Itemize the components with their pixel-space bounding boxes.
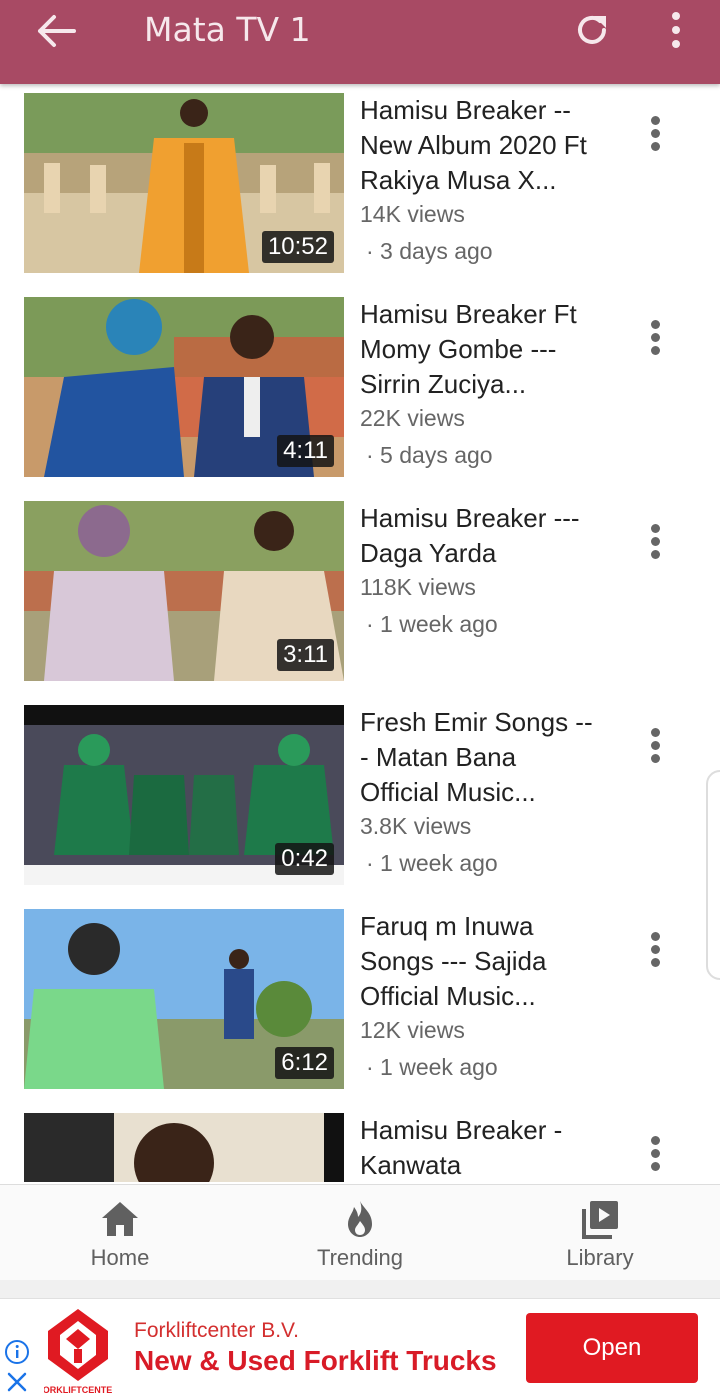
bottom-navigation: Home Trending Library [0,1184,720,1280]
duration-badge: 3:11 [277,639,334,671]
video-thumbnail[interactable]: 4:11 [24,297,344,477]
upload-time: · 1 week ago [366,611,498,637]
video-library-icon [582,1201,618,1239]
more-vert-icon[interactable] [645,524,667,560]
page-title: Mata TV 1 [144,10,311,49]
video-item[interactable]: 3:11 Hamisu Breaker --- Daga Yarda 118K … [0,501,720,705]
video-item[interactable]: Hamisu Breaker - Kanwata [0,1113,720,1182]
video-thumbnail[interactable]: 10:52 [24,93,344,273]
video-thumbnail[interactable]: 6:12 [24,909,344,1089]
video-title[interactable]: Hamisu Breaker --- Daga Yarda [360,501,600,571]
nav-trending-label: Trending [316,1245,403,1270]
duration-badge: 0:42 [275,843,334,875]
more-vert-icon[interactable] [645,932,667,968]
duration-badge: 6:12 [275,1047,334,1079]
video-item[interactable]: 6:12 Faruq m Inuwa Songs --- Sajida Offi… [0,909,720,1113]
view-count: 14K views [360,201,465,227]
view-count: 3.8K views [360,813,472,839]
video-title[interactable]: Hamisu Breaker - Kanwata [360,1113,600,1182]
view-count: 12K views [360,1017,465,1043]
nav-home[interactable]: Home [50,1185,190,1281]
ad-open-button[interactable]: Open [526,1313,698,1383]
arrow-back-icon[interactable] [36,12,78,50]
more-vert-icon[interactable] [645,1136,667,1172]
video-title[interactable]: Hamisu Breaker Ft Momy Gombe --- Sirrin … [360,297,600,402]
video-item[interactable]: 0:42 Fresh Emir Songs --- Matan Bana Off… [0,705,720,909]
forkliftcenter-logo: FORKLIFTCENTER [44,1309,112,1395]
ad-headline[interactable]: New & Used Forklift Trucks [134,1345,497,1377]
video-item[interactable]: 10:52 Hamisu Breaker -- New Album 2020 F… [0,93,720,297]
video-thumbnail[interactable] [24,1113,344,1182]
divider [0,1280,720,1298]
side-drawer-handle[interactable] [706,770,720,980]
flame-icon [348,1201,372,1237]
ad-advertiser: Forkliftcenter B.V. [134,1319,299,1342]
close-icon[interactable] [6,1371,28,1393]
video-thumbnail[interactable]: 0:42 [24,705,344,885]
nav-library[interactable]: Library [530,1185,670,1281]
more-vert-icon[interactable] [664,10,688,50]
nav-trending[interactable]: Trending [290,1185,430,1281]
more-vert-icon[interactable] [645,116,667,152]
upload-time: · 1 week ago [366,850,498,876]
more-vert-icon[interactable] [645,728,667,764]
ad-banner[interactable]: FORKLIFTCENTER Forkliftcenter B.V. New &… [0,1298,720,1395]
refresh-icon[interactable] [572,10,612,50]
upload-time: · 5 days ago [366,442,493,468]
svg-text:FORKLIFTCENTER: FORKLIFTCENTER [44,1385,112,1395]
app-bar: Mata TV 1 [0,0,720,84]
more-vert-icon[interactable] [645,320,667,356]
nav-library-label: Library [566,1245,634,1270]
upload-time: · 3 days ago [366,238,493,264]
video-title[interactable]: Fresh Emir Songs --- Matan Bana Official… [360,705,600,810]
home-icon [102,1202,138,1236]
video-title[interactable]: Hamisu Breaker -- New Album 2020 Ft Raki… [360,93,600,198]
duration-badge: 4:11 [277,435,334,467]
upload-time: · 1 week ago [366,1054,498,1080]
video-list[interactable]: 10:52 Hamisu Breaker -- New Album 2020 F… [0,84,720,1182]
view-count: 118K views [360,574,476,600]
view-count: 22K views [360,405,465,431]
duration-badge: 10:52 [261,231,334,263]
info-icon[interactable] [4,1339,30,1365]
video-title[interactable]: Faruq m Inuwa Songs --- Sajida Official … [360,909,600,1014]
video-item[interactable]: 4:11 Hamisu Breaker Ft Momy Gombe --- Si… [0,297,720,501]
video-thumbnail[interactable]: 3:11 [24,501,344,681]
thumbnail-image [24,1113,344,1182]
nav-home-label: Home [90,1245,150,1270]
